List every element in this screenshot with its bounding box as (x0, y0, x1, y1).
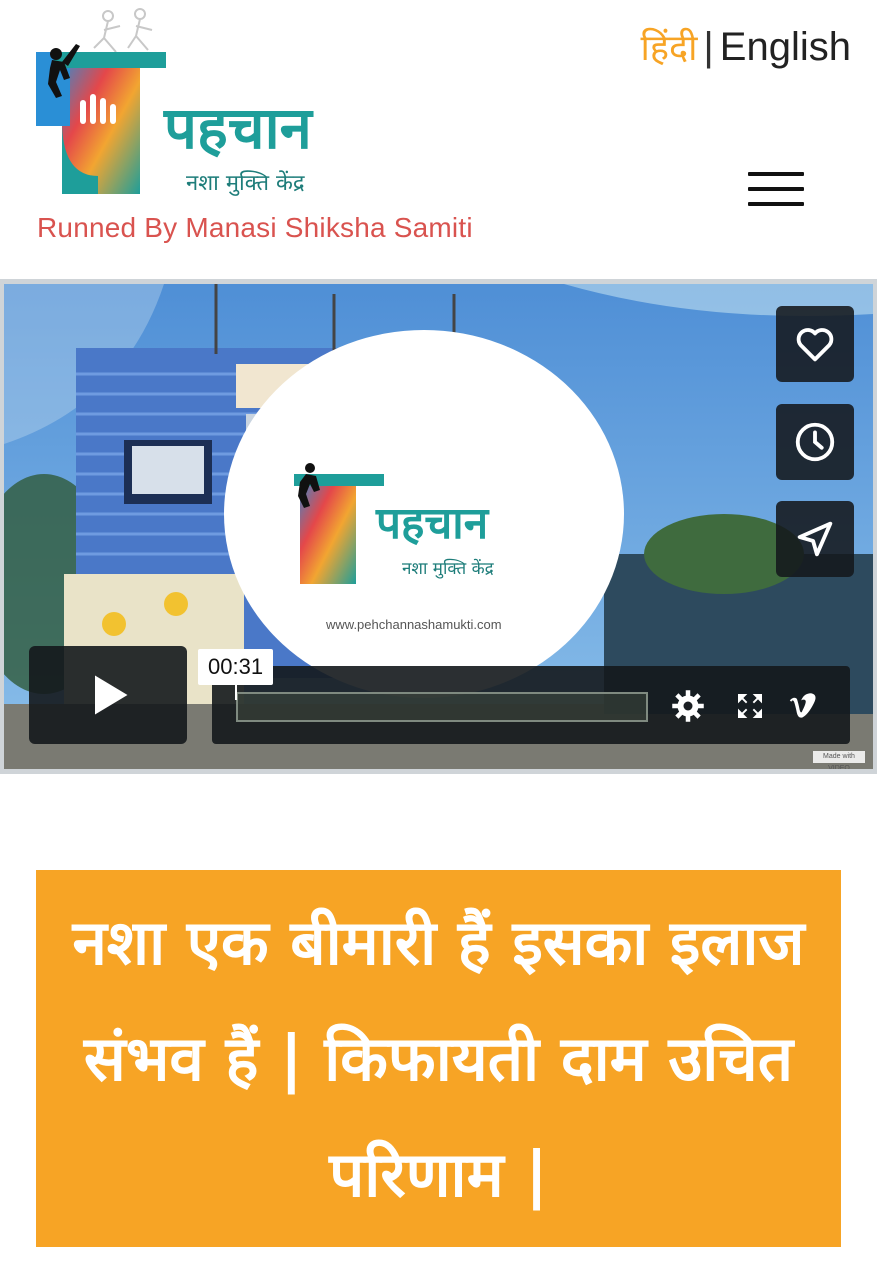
watch-later-button[interactable] (776, 404, 854, 480)
fullscreen-icon (738, 694, 762, 718)
lang-hindi-link[interactable]: हिंदी (641, 28, 698, 69)
fullscreen-button[interactable] (730, 686, 770, 726)
site-logo[interactable]: पहचान नशा मुक्ति केंद्र (36, 8, 356, 208)
play-button[interactable] (29, 646, 187, 744)
settings-icon (672, 690, 704, 722)
banner-text: नशा एक बीमारी हैं इसका इलाज संभव हैं | क… (72, 905, 805, 1211)
video-controls-bar (212, 666, 850, 744)
language-switcher: हिंदी | English (641, 22, 851, 71)
share-button[interactable] (776, 501, 854, 577)
video-player[interactable]: पहचान नशा मुक्ति केंद्र www.pehchannasha… (4, 284, 873, 769)
logo-graphic: पहचान नशा मुक्ति केंद्र (36, 8, 314, 196)
heart-icon (796, 328, 834, 362)
hamburger-icon[interactable] (748, 170, 806, 210)
progress-bar[interactable] (236, 692, 648, 722)
overlay-sub-text: नशा मुक्ति केंद्र (402, 558, 495, 579)
lang-separator: | (703, 25, 714, 69)
made-with-badge: Made with VIDEO (813, 751, 865, 769)
settings-button[interactable] (668, 686, 708, 726)
logo-sub-text: नशा मुक्ति केंद्र (186, 170, 305, 196)
send-icon (797, 521, 833, 557)
site-header: पहचान नशा मुक्ति केंद्र Runned By Manasi… (0, 0, 877, 278)
vimeo-button[interactable] (784, 686, 824, 726)
like-button[interactable] (776, 306, 854, 382)
logo-brand-text: पहचान (163, 94, 314, 162)
play-icon (95, 675, 128, 715)
timestamp-pointer (235, 684, 237, 700)
video-player-frame: पहचान नशा मुक्ति केंद्र www.pehchannasha… (0, 279, 877, 774)
promo-banner: नशा एक बीमारी हैं इसका इलाज संभव हैं | क… (36, 870, 841, 1247)
lang-english-link[interactable]: English (720, 25, 851, 69)
vimeo-icon (789, 693, 816, 718)
overlay-url-text: www.pehchannashamukti.com (325, 617, 502, 632)
logo-tagline: Runned By Manasi Shiksha Samiti (37, 212, 473, 243)
overlay-brand-text: पहचान (375, 498, 490, 549)
clock-icon (795, 422, 835, 462)
video-timestamp: 00:31 (198, 649, 274, 685)
